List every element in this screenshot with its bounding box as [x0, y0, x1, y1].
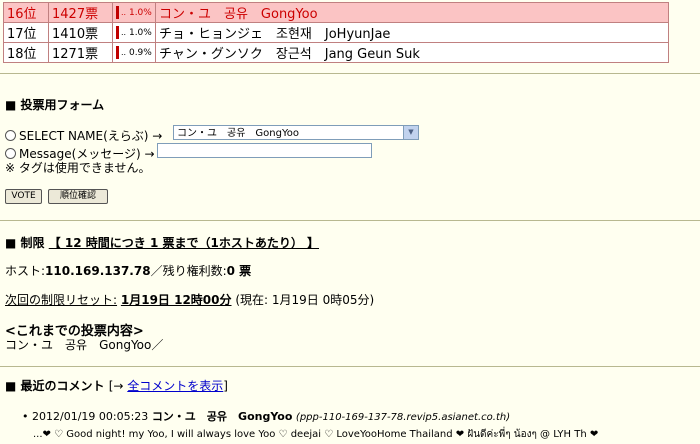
name-cell: チョ・ヒョンジェ 조현재 JoHyunJae	[155, 22, 669, 43]
name-select[interactable]: コン・ユ 공유 GongYoo ▼	[173, 125, 419, 140]
all-comments-link[interactable]: 全コメントを表示	[127, 379, 223, 393]
select-name-row: SELECT NAME(えらぶ) →	[5, 127, 162, 144]
select-name-label: SELECT NAME(えらぶ) →	[19, 129, 163, 143]
vote-bar	[116, 6, 119, 19]
rank-cell: 16位	[3, 2, 49, 23]
limit-title: ■ 制限 【 12 時間につき 1 票まで（1ホストあたり） 】	[5, 236, 320, 250]
ranking-table: 16位 1427票 .. 1.0% コン・ユ 공유 GongYoo 17位 14…	[3, 2, 669, 63]
vote-bar	[116, 46, 119, 59]
ranking-row: 18位 1271票 .. 0.9% チャン・グンソク 장근석 Jang Geun…	[3, 42, 669, 63]
name-cell: チャン・グンソク 장근석 Jang Geun Suk	[155, 42, 669, 63]
comment-host: (ppp-110-169-137-78.revip5.asianet.co.th…	[295, 412, 511, 423]
comments-title: ■ 最近のコメント [→ 全コメントを表示]	[5, 379, 228, 393]
vote-bar	[116, 26, 119, 39]
vote-button[interactable]: VOTE	[5, 189, 42, 204]
rank-check-button[interactable]: 順位確認	[48, 189, 108, 204]
message-input[interactable]	[157, 143, 372, 158]
bar-cell: .. 0.9%	[112, 42, 156, 63]
comment-item: • 2012/01/19 00:05:23 コン・ユ 공유 GongYoo (p…	[22, 410, 511, 423]
percent-label: 0.9%	[128, 48, 152, 58]
rank-cell: 18位	[3, 42, 49, 63]
chevron-down-icon[interactable]: ▼	[403, 126, 418, 139]
reset-line: 次回の制限リセット: 1月19日 12時00分 (現在: 1月19日 0時05分…	[5, 293, 375, 307]
ranking-row: 17位 1410票 .. 1.0% チョ・ヒョンジェ 조현재 JoHyunJae	[3, 22, 669, 43]
comment-date: 2012/01/19 00:05:23	[32, 410, 149, 423]
votes-cell: 1271票	[48, 42, 113, 63]
remaining-value: 0 票	[226, 264, 252, 278]
vote-form-title: ■ 投票用フォーム	[5, 98, 105, 112]
host-value: 110.169.137.78	[45, 264, 151, 278]
select-name-radio[interactable]	[5, 130, 16, 141]
name-select-value: コン・ユ 공유 GongYoo	[177, 128, 299, 139]
bar-cell: .. 1.0%	[112, 2, 156, 23]
bar-cell: .. 1.0%	[112, 22, 156, 43]
rank-cell: 17位	[3, 22, 49, 43]
percent-label: 1.0%	[128, 28, 152, 38]
name-cell: コン・ユ 공유 GongYoo	[155, 2, 669, 23]
votes-cell: 1427票	[48, 2, 113, 23]
divider	[0, 366, 700, 367]
votes-cell: 1410票	[48, 22, 113, 43]
divider	[0, 220, 700, 221]
ranking-row: 16位 1427票 .. 1.0% コン・ユ 공유 GongYoo	[3, 2, 669, 23]
message-radio[interactable]	[5, 148, 16, 159]
reset-value: 1月19日 12時00分	[120, 293, 232, 307]
tag-note: ※ タグは使用できません。	[5, 161, 151, 175]
percent-label: 1.0%	[128, 8, 152, 18]
divider	[0, 73, 700, 74]
current-time: (現在: 1月19日 0時05分)	[235, 293, 375, 307]
comment-name: コン・ユ 공유 GongYoo	[151, 410, 293, 423]
comment-text: ...❤ ♡ Good night! my Yoo, I will always…	[33, 429, 599, 440]
history-value: コン・ユ 공유 GongYoo／	[5, 338, 164, 352]
limit-rule: 【 12 時間につき 1 票まで（1ホストあたり） 】	[48, 236, 320, 250]
host-line: ホスト:110.169.137.78／残り権利数:0 票	[5, 264, 252, 278]
